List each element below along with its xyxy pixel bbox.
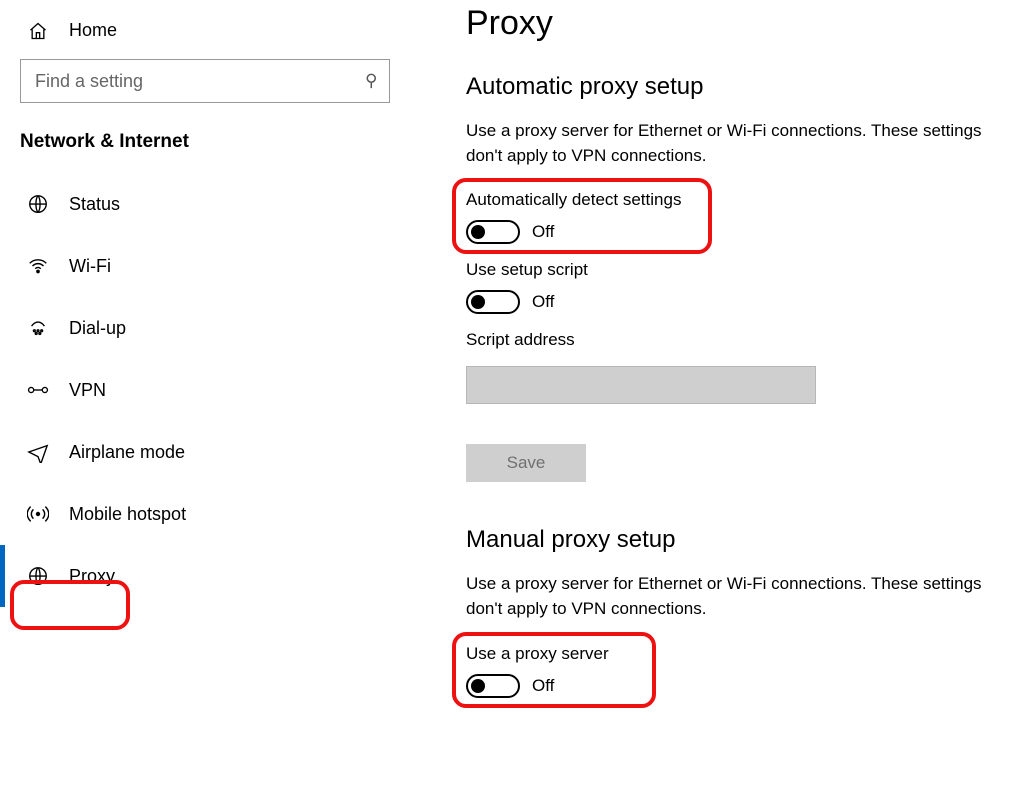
use-proxy-toggle[interactable]: [466, 674, 520, 698]
script-address-label: Script address: [466, 330, 1014, 350]
search-input[interactable]: [33, 70, 365, 93]
sidebar-item-airplane[interactable]: Airplane mode: [0, 421, 410, 483]
page-title: Proxy: [466, 4, 1014, 43]
sidebar-item-label: Proxy: [69, 566, 115, 587]
script-address-input[interactable]: [466, 366, 816, 404]
home-nav[interactable]: Home: [0, 12, 410, 51]
sidebar-item-label: Status: [69, 194, 120, 215]
sidebar-item-status[interactable]: Status: [0, 173, 410, 235]
search-settings[interactable]: ⚲: [20, 59, 390, 103]
search-icon: ⚲: [365, 71, 377, 91]
manual-proxy-desc: Use a proxy server for Ethernet or Wi-Fi…: [466, 572, 1014, 621]
sidebar-item-vpn[interactable]: VPN: [0, 359, 410, 421]
status-icon: [25, 193, 51, 215]
automatic-proxy-desc: Use a proxy server for Ethernet or Wi-Fi…: [466, 119, 1014, 168]
use-script-toggle[interactable]: [466, 290, 520, 314]
home-icon: [25, 21, 51, 41]
hotspot-icon: [25, 503, 51, 525]
auto-detect-label: Automatically detect settings: [466, 190, 1014, 210]
auto-detect-state: Off: [532, 222, 554, 242]
sidebar-item-wifi[interactable]: Wi-Fi: [0, 235, 410, 297]
use-script-label: Use setup script: [466, 260, 1014, 280]
save-button[interactable]: Save: [466, 444, 586, 482]
sidebar-item-label: Dial-up: [69, 318, 126, 339]
use-proxy-state: Off: [532, 676, 554, 696]
use-script-state: Off: [532, 292, 554, 312]
sidebar-item-hotspot[interactable]: Mobile hotspot: [0, 483, 410, 545]
home-label: Home: [69, 20, 117, 41]
vpn-icon: [25, 380, 51, 400]
dialup-icon: [25, 317, 51, 339]
sidebar-item-proxy[interactable]: Proxy: [0, 545, 410, 607]
airplane-icon: [25, 441, 51, 463]
sidebar-item-dialup[interactable]: Dial-up: [0, 297, 410, 359]
sidebar-item-label: Mobile hotspot: [69, 504, 186, 525]
section-heading: Network & Internet: [0, 125, 410, 173]
proxy-icon: [25, 565, 51, 587]
sidebar-item-label: Wi-Fi: [69, 256, 111, 277]
automatic-proxy-heading: Automatic proxy setup: [466, 73, 1014, 101]
manual-proxy-heading: Manual proxy setup: [466, 526, 1014, 554]
use-proxy-label: Use a proxy server: [466, 644, 1014, 664]
auto-detect-toggle[interactable]: [466, 220, 520, 244]
sidebar-item-label: Airplane mode: [69, 442, 185, 463]
wifi-icon: [25, 255, 51, 277]
sidebar-item-label: VPN: [69, 380, 106, 401]
